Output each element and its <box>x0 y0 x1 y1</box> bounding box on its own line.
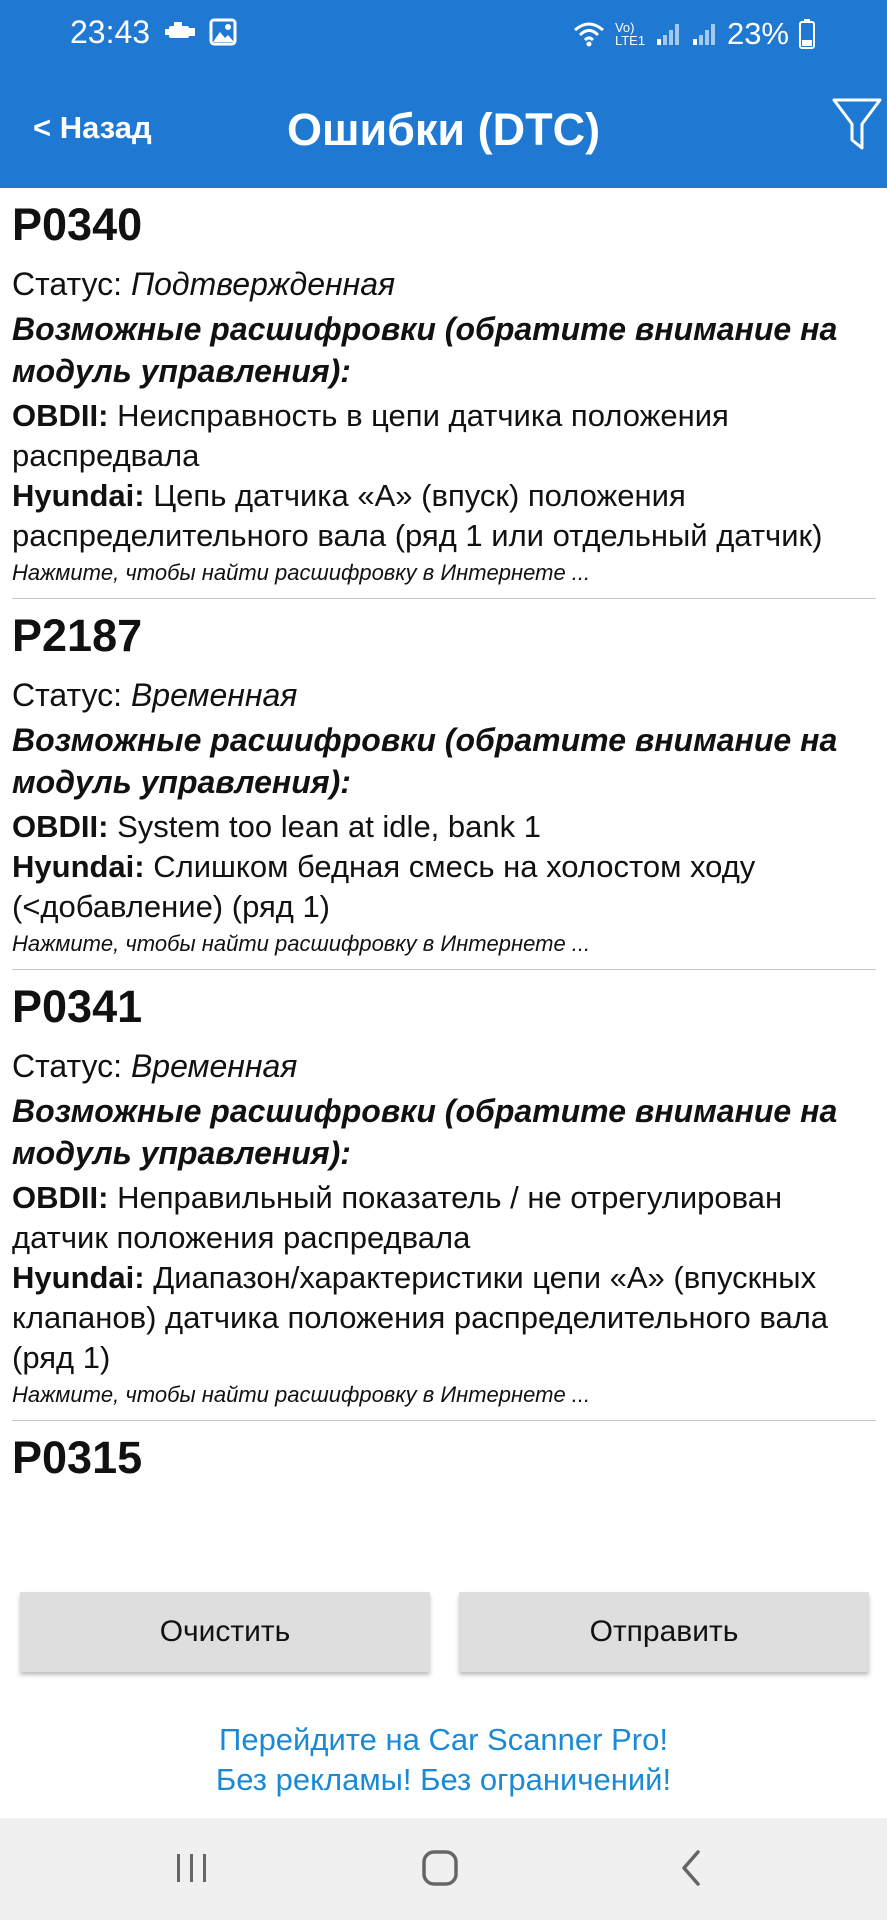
image-icon <box>209 18 237 46</box>
possible-decodes-heading: Возможные расшифровки (обратите внимание… <box>12 1093 838 1171</box>
signal-icon-2 <box>692 24 715 45</box>
send-button[interactable]: Отправить <box>459 1592 869 1672</box>
obd-decode: OBDII: Неисправность в цепи датчика поло… <box>12 396 876 476</box>
obd-decode: OBDII: System too lean at idle, bank 1 <box>12 807 876 847</box>
clear-button[interactable]: Очистить <box>20 1592 430 1672</box>
dtc-item[interactable]: P0315 <box>12 1433 876 1507</box>
obd-label: OBDII: <box>12 1180 109 1215</box>
status-label: Статус: <box>12 266 123 302</box>
status-value: Временная <box>130 1048 298 1084</box>
manufacturer-decode: Hyundai: Слишком бедная смесь на холосто… <box>12 847 876 927</box>
wifi-icon <box>573 22 604 47</box>
dtc-item[interactable]: P2187 Статус: Временная Возможные расшиф… <box>12 611 876 970</box>
back-nav-icon[interactable] <box>672 1848 712 1888</box>
status-system-icons: Vo) LTE1 23% <box>573 16 815 52</box>
manufacturer-label: Hyundai: <box>12 478 145 513</box>
status-label: Статус: <box>12 1048 123 1084</box>
dtc-status: Статус: Временная <box>12 675 876 715</box>
obd-decode: OBDII: Неправильный показатель / не отре… <box>12 1178 876 1258</box>
dtc-item[interactable]: P0341 Статус: Временная Возможные расшиф… <box>12 982 876 1421</box>
dtc-item[interactable]: P0340 Статус: Подтвержденная Возможные р… <box>12 200 876 599</box>
dtc-list: P0340 Статус: Подтвержденная Возможные р… <box>12 188 876 1568</box>
home-icon[interactable] <box>420 1848 460 1888</box>
dtc-code: P0341 <box>12 981 143 1032</box>
system-navigation-bar <box>0 1818 887 1920</box>
obd-label: OBDII: <box>12 809 109 844</box>
obd-text: Неправильный показатель / не отрегулиров… <box>12 1180 783 1255</box>
search-online-link[interactable]: Нажмите, чтобы найти расшифровку в Интер… <box>12 1380 876 1410</box>
status-value: Временная <box>130 677 298 713</box>
dtc-status: Статус: Временная <box>12 1046 876 1086</box>
manufacturer-label: Hyundai: <box>12 1260 145 1295</box>
signal-icon <box>656 24 679 45</box>
status-notification-icons <box>165 18 237 46</box>
possible-decodes-heading: Возможные расшифровки (обратите внимание… <box>12 722 838 800</box>
status-time: 23:43 <box>70 14 151 50</box>
car-engine-icon <box>165 22 195 38</box>
status-value: Подтвержденная <box>130 266 396 302</box>
page-title: Ошибки (DTC) <box>286 104 601 155</box>
dtc-code: P0315 <box>12 1432 143 1483</box>
obd-text: Неисправность в цепи датчика положения р… <box>12 398 729 473</box>
manufacturer-label: Hyundai: <box>12 849 145 884</box>
battery-icon <box>799 19 815 49</box>
promo-line-2: Без рекламы! Без ограничений! <box>215 1762 672 1797</box>
dtc-status: Статус: Подтвержденная <box>12 264 876 304</box>
pro-promo-link[interactable]: Перейдите на Car Scanner Pro! Без реклам… <box>0 1720 887 1800</box>
filter-icon[interactable] <box>831 96 883 154</box>
status-bar: 23:43 Vo) LTE1 23% <box>0 0 887 68</box>
search-online-link[interactable]: Нажмите, чтобы найти расшифровку в Интер… <box>12 929 876 959</box>
obd-text: System too lean at idle, bank 1 <box>117 809 541 844</box>
dtc-code: P0340 <box>12 199 143 250</box>
search-online-link[interactable]: Нажмите, чтобы найти расшифровку в Интер… <box>12 558 876 588</box>
recent-apps-icon[interactable] <box>172 1848 212 1888</box>
status-label: Статус: <box>12 677 123 713</box>
battery-percent: 23% <box>726 16 789 51</box>
dtc-code: P2187 <box>12 610 143 661</box>
manufacturer-decode: Hyundai: Цепь датчика «A» (впуск) положе… <box>12 476 876 556</box>
obd-label: OBDII: <box>12 398 109 433</box>
promo-line-1: Перейдите на Car Scanner Pro! <box>219 1722 668 1757</box>
manufacturer-decode: Hyundai: Диапазон/характеристики цепи «A… <box>12 1258 876 1378</box>
lte-indicator: Vo) LTE1 <box>614 20 646 48</box>
possible-decodes-heading: Возможные расшифровки (обратите внимание… <box>12 311 838 389</box>
app-bar: < Назад Ошибки (DTC) <box>0 68 887 188</box>
